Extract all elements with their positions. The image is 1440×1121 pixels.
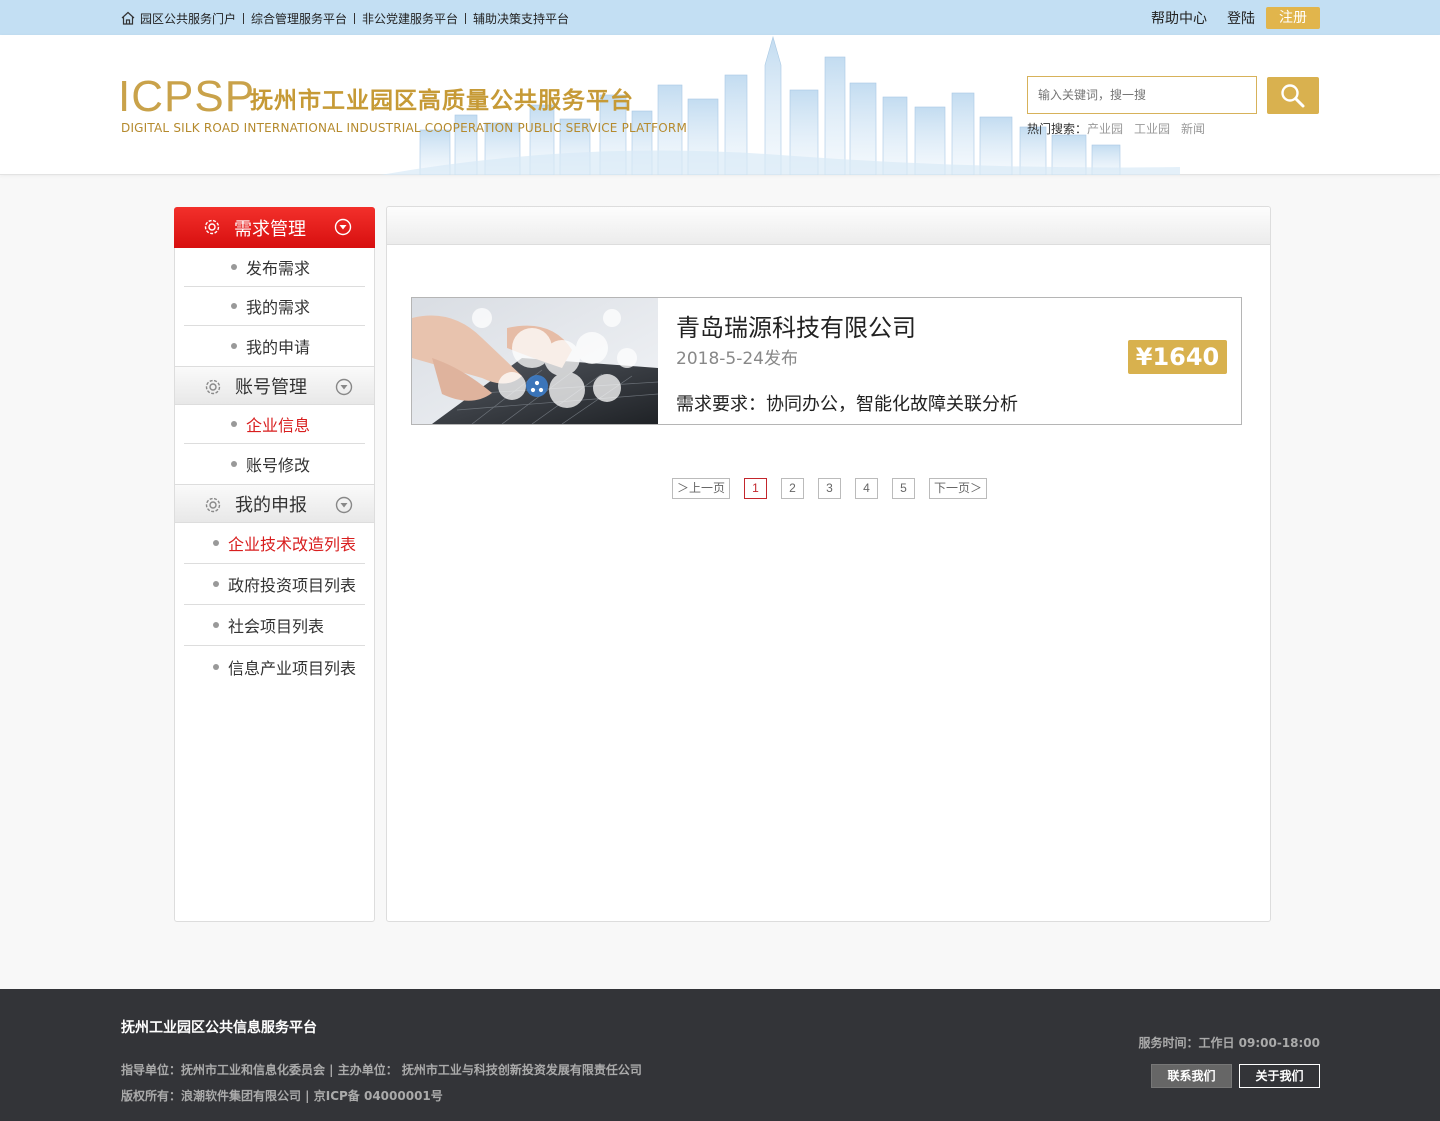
site-subtitle: DIGITAL SILK ROAD INTERNATIONAL INDUSTRI…	[121, 121, 688, 135]
gear-icon	[204, 219, 220, 235]
site-title: 抚州市工业园区高质量公共服务平台	[250, 88, 634, 114]
search-input[interactable]	[1027, 76, 1257, 114]
home-icon	[121, 11, 135, 25]
sidebar-item-label: 信息产业项目列表	[228, 658, 357, 678]
tech-keyboard-image	[412, 298, 658, 424]
site-footer: 抚州工业园区公共信息服务平台 指导单位：抚州市工业和信息化委员会 | 主办单位：…	[0, 989, 1440, 1121]
sidebar-item-label: 发布需求	[246, 259, 311, 278]
price-badge: ¥1640	[1128, 340, 1227, 374]
page-button-2[interactable]: 2	[781, 478, 804, 499]
account-links: 帮助中心 登陆 注册	[1131, 7, 1320, 29]
site-header: ICPSP 抚州市工业园区高质量公共服务平台 DIGITAL SILK ROAD…	[0, 35, 1440, 175]
sidebar-item-label: 政府投资项目列表	[228, 576, 357, 595]
page-button-4[interactable]: 4	[855, 478, 878, 499]
chevron-down-icon	[334, 218, 352, 236]
sidebar-item-my-demand[interactable]: 我的需求	[184, 287, 365, 326]
sidebar-item-my-application[interactable]: 我的申请	[184, 326, 365, 365]
page-button-3[interactable]: 3	[818, 478, 841, 499]
demand-card[interactable]: 青岛瑞源科技有限公司 2018-5-24发布 需求要求：协同办公，智能化故障关联…	[411, 297, 1242, 425]
demand-requirement: 需求要求：协同办公，智能化故障关联分析	[676, 394, 1018, 415]
nav-divider	[465, 12, 467, 24]
bullet-icon	[213, 581, 219, 587]
sidebar-group-label: 我的申报	[235, 494, 307, 516]
nav-party-platform[interactable]: 非公党建服务平台	[362, 10, 458, 27]
sidebar-item-tech-renovation[interactable]: 企业技术改造列表	[184, 523, 365, 564]
footer-copyright: 版权所有：浪潮软件集团有限公司 | 京ICP备 04000001号	[121, 1089, 443, 1103]
sidebar-item-label: 企业技术改造列表	[228, 535, 357, 554]
nav-management-platform[interactable]: 综合管理服务平台	[251, 10, 347, 27]
sidebar: 需求管理 发布需求 我的需求 我的申请 账号管理 企业信息 账号修改 我的申报 …	[174, 207, 375, 922]
logo-mark: ICPSP	[118, 72, 256, 121]
hot-keyword[interactable]: 新闻	[1181, 122, 1205, 136]
bullet-icon	[231, 421, 237, 427]
sidebar-item-publish-demand[interactable]: 发布需求	[184, 248, 365, 287]
pagination: ＞上一页 1 2 3 4 5 下一页＞	[672, 478, 1001, 499]
sidebar-item-social-projects[interactable]: 社会项目列表	[184, 605, 365, 646]
gear-icon	[205, 379, 221, 395]
service-hours: 服务时间：工作日 09:00-18:00	[1138, 1036, 1320, 1050]
hot-keyword[interactable]: 产业园	[1087, 122, 1123, 136]
sidebar-group-declaration[interactable]: 我的申报	[175, 484, 374, 523]
nav-divider	[243, 12, 245, 24]
contact-us-button[interactable]: 联系我们	[1151, 1064, 1232, 1088]
sidebar-item-account-edit[interactable]: 账号修改	[184, 444, 365, 483]
sidebar-item-gov-investment[interactable]: 政府投资项目列表	[184, 564, 365, 605]
top-bar: 园区公共服务门户 综合管理服务平台 非公党建服务平台 辅助决策支持平台 帮助中心…	[0, 0, 1440, 35]
sidebar-item-label: 企业信息	[246, 416, 311, 435]
hot-search-label: 热门搜索：	[1027, 122, 1088, 136]
about-us-button[interactable]: 关于我们	[1239, 1064, 1320, 1088]
nav-divider	[354, 12, 356, 24]
sidebar-item-label: 账号修改	[246, 455, 311, 475]
bullet-icon	[213, 540, 219, 546]
login-link[interactable]: 登陆	[1227, 8, 1255, 28]
main-content: 青岛瑞源科技有限公司 2018-5-24发布 需求要求：协同办公，智能化故障关联…	[386, 206, 1271, 922]
sidebar-item-label: 我的需求	[246, 298, 311, 317]
hot-keyword[interactable]: 工业园	[1134, 122, 1170, 136]
chevron-down-icon	[335, 378, 353, 396]
gear-icon	[205, 497, 221, 513]
sidebar-item-it-projects[interactable]: 信息产业项目列表	[184, 646, 365, 687]
help-center-link[interactable]: 帮助中心	[1151, 8, 1207, 28]
content-header-bar	[387, 207, 1270, 245]
sidebar-group-demand[interactable]: 需求管理	[174, 207, 375, 248]
page-button-5[interactable]: 5	[892, 478, 915, 499]
prev-page-button[interactable]: ＞上一页	[672, 478, 730, 499]
bullet-icon	[231, 264, 237, 270]
sidebar-item-label: 社会项目列表	[228, 617, 325, 636]
bullet-icon	[231, 342, 237, 349]
nav-park-portal[interactable]: 园区公共服务门户	[140, 10, 236, 27]
footer-title: 抚州工业园区公共信息服务平台	[121, 1020, 317, 1036]
bullet-icon	[231, 303, 237, 309]
nav-decision-platform[interactable]: 辅助决策支持平台	[473, 10, 569, 27]
next-page-button[interactable]: 下一页＞	[929, 478, 987, 499]
sidebar-group-label: 账号管理	[235, 376, 307, 398]
register-button[interactable]: 注册	[1266, 7, 1320, 29]
sidebar-group-label: 需求管理	[234, 218, 306, 240]
sidebar-item-company-info[interactable]: 企业信息	[184, 405, 365, 444]
footer-sponsors: 指导单位：抚州市工业和信息化委员会 | 主办单位： 抚州市工业与科技创新投资发展…	[121, 1063, 642, 1077]
chevron-down-icon	[335, 496, 353, 514]
page-button-1[interactable]: 1	[744, 478, 767, 499]
bullet-icon	[213, 622, 219, 628]
bullet-icon	[231, 460, 237, 467]
bullet-icon	[213, 663, 219, 670]
publish-date: 2018-5-24发布	[676, 349, 798, 369]
portal-nav: 园区公共服务门户 综合管理服务平台 非公党建服务平台 辅助决策支持平台	[120, 9, 569, 27]
search-button[interactable]	[1267, 77, 1319, 114]
company-name[interactable]: 青岛瑞源科技有限公司	[676, 308, 916, 343]
sidebar-item-label: 我的申请	[246, 337, 311, 357]
search-icon	[1281, 83, 1305, 107]
hot-search: 热门搜索：产业园 工业园 新闻	[1027, 120, 1216, 137]
sidebar-group-account[interactable]: 账号管理	[175, 366, 374, 405]
